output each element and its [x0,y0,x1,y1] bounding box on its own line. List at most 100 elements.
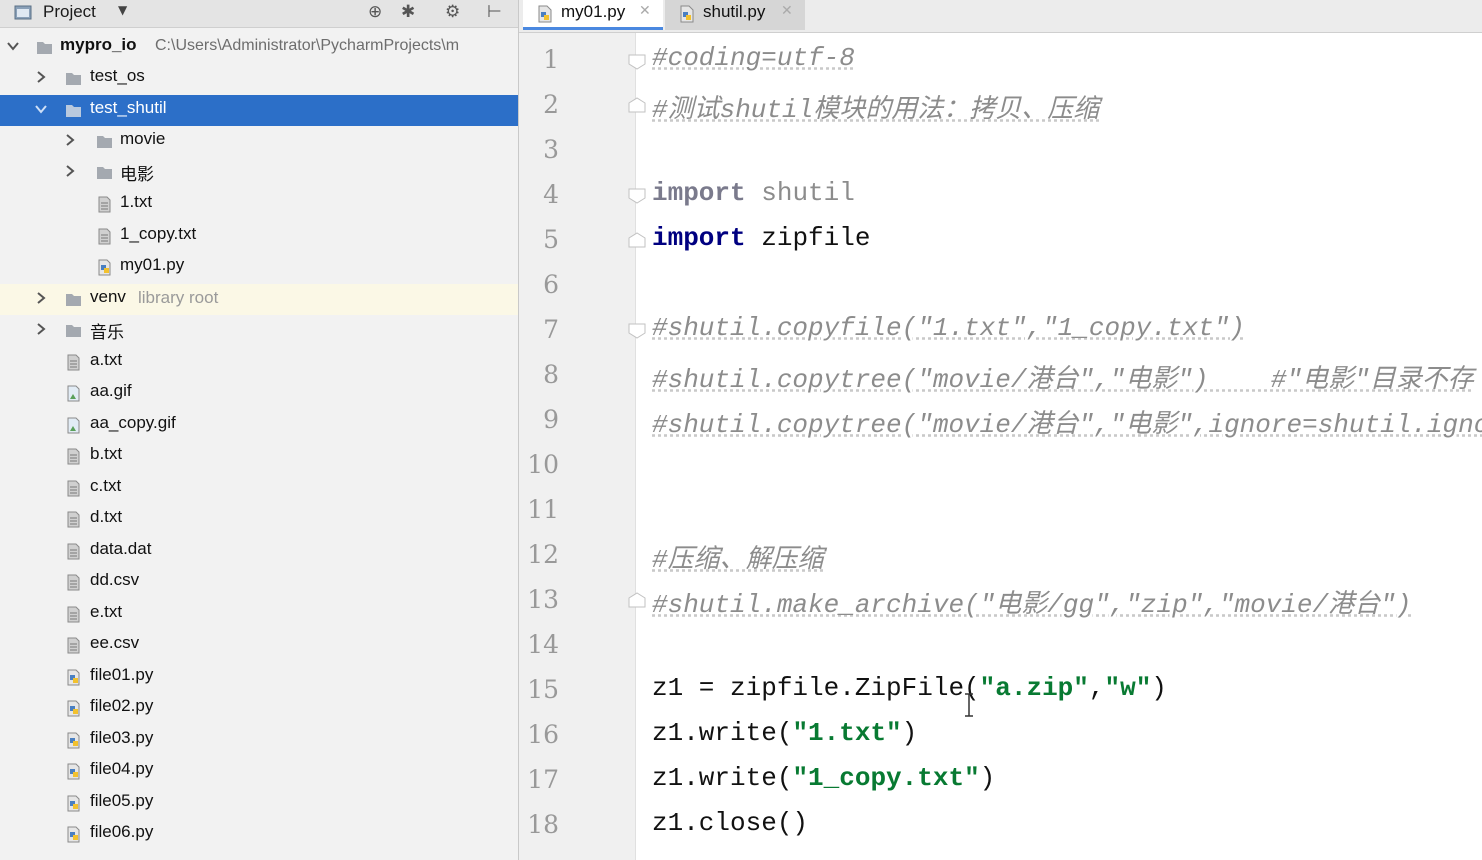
code-line-8[interactable]: #shutil.copytree("movie/港台","电影") #"电影"目… [652,358,1474,395]
code-text: ) [979,763,996,793]
code-line-1[interactable]: #coding=utf-8 [652,43,855,73]
code-editor[interactable]: #coding=utf-8 #测试shutil模块的用法：拷贝、压缩 impor… [636,33,1482,860]
code-line-13[interactable]: #shutil.make_archive("电影/gg","zip","movi… [652,583,1411,620]
tree-item-my01-py[interactable]: my01.py [0,252,518,283]
string-literal: "w" [1104,673,1152,703]
keyword: import [652,178,746,208]
tree-label: test_shutil [90,98,167,117]
tree-file-item[interactable]: c.txt [0,473,518,504]
tree-file-item[interactable]: file05.py [0,788,518,819]
collapse-icon[interactable]: ✱ [401,2,415,22]
line-number: 2 [543,90,559,119]
tree-label: test_os [90,66,145,85]
project-panel-title[interactable]: Project [43,2,96,22]
code-line-2[interactable]: #测试shutil模块的用法：拷贝、压缩 [652,88,1099,125]
image-file-icon [67,417,80,434]
text-file-icon [67,574,80,591]
hide-icon[interactable]: ⊢ [487,2,502,22]
tree-label: a.txt [90,350,123,369]
chevron-right-icon[interactable] [34,291,48,305]
root-folder-path: C:\Users\Administrator\PycharmProjects\m [155,37,460,54]
dropdown-icon[interactable]: ▼ [118,3,127,17]
tree-item-1-txt[interactable]: 1.txt [0,189,518,220]
tree-file-item[interactable]: aa.gif [0,378,518,409]
tree-label: data.dat [90,539,152,558]
code-line-5[interactable]: import zipfile [652,223,870,253]
line-number: 10 [527,450,559,479]
line-number: 12 [527,540,559,569]
code-line-15[interactable]: z1 = zipfile.ZipFile("a.zip","w") [652,673,1167,703]
tree-file-item[interactable]: aa_copy.gif [0,410,518,441]
tree-label: file03.py [90,728,154,747]
line-number: 14 [527,630,559,659]
tree-label: file01.py [90,665,154,684]
line-number: 3 [543,135,559,164]
code-text: ) [901,718,918,748]
tree-item-dianying[interactable]: 电影 [0,157,518,188]
line-number: 17 [527,765,559,794]
chevron-right-icon[interactable] [63,164,77,178]
text-cursor-icon [965,693,973,717]
module-name: shutil [761,178,855,208]
locate-icon[interactable]: ⊕ [368,2,382,22]
python-file-icon [67,700,80,717]
tree-file-item[interactable]: ee.csv [0,630,518,661]
module-name: zipfile [761,223,871,253]
line-number: 4 [543,180,559,209]
text-file-icon [67,480,80,497]
chevron-down-icon[interactable] [34,102,48,116]
chevron-right-icon[interactable] [34,322,48,336]
chevron-right-icon[interactable] [63,133,77,147]
tree-file-item[interactable]: file02.py [0,693,518,724]
tree-file-item[interactable]: a.txt [0,347,518,378]
tree-root-mypro-io[interactable]: mypro_io C:\Users\Administrator\PycharmP… [0,32,518,63]
code-line-4[interactable]: import shutil [652,178,855,208]
code-line-7[interactable]: #shutil.copyfile("1.txt","1_copy.txt") [652,313,1245,343]
tab-my01-py[interactable]: my01.py ✕ [523,0,663,30]
tree-file-item[interactable]: data.dat [0,536,518,567]
text-file-icon [67,354,80,371]
tab-label: my01.py [561,2,626,21]
python-file-icon [67,795,80,812]
image-file-icon [67,385,80,402]
tree-label: file04.py [90,759,154,778]
chevron-right-icon[interactable] [34,70,48,84]
line-number: 16 [527,720,559,749]
code-line-17[interactable]: z1.write("1_copy.txt") [652,763,995,793]
tree-item-venv[interactable]: venv library root [0,284,518,315]
tree-label: 电影 [120,165,154,184]
close-icon[interactable]: ✕ [639,3,651,19]
tree-item-1-copy-txt[interactable]: 1_copy.txt [0,221,518,252]
chevron-down-icon[interactable] [6,39,20,53]
settings-icon[interactable]: ⚙ [445,2,460,22]
close-icon[interactable]: ✕ [781,3,793,19]
tree-label: d.txt [90,507,123,526]
tree-label: e.txt [90,602,123,621]
tree-file-item[interactable]: file01.py [0,662,518,693]
code-text: z1 = zipfile.ZipFile( [652,673,980,703]
text-file-icon [67,448,80,465]
tree-file-item[interactable]: d.txt [0,504,518,535]
tree-file-item[interactable]: file03.py [0,725,518,756]
tree-file-item[interactable]: file04.py [0,756,518,787]
tree-item-test-os[interactable]: test_os [0,63,518,94]
tab-label: shutil.py [703,2,766,21]
tab-shutil-py[interactable]: shutil.py ✕ [665,0,805,30]
code-line-9[interactable]: #shutil.copytree("movie/港台","电影",ignore=… [652,403,1482,440]
code-line-16[interactable]: z1.write("1.txt") [652,718,917,748]
text-file-icon [67,543,80,560]
tree-item-test-shutil[interactable]: test_shutil [0,95,518,126]
active-tab-indicator [523,27,663,30]
code-line-18[interactable]: z1.close() [652,808,808,838]
tree-item-yinyue[interactable]: 音乐 [0,315,518,346]
tree-label: venv [90,287,126,306]
tree-file-item[interactable]: e.txt [0,599,518,630]
tree-item-movie[interactable]: movie [0,126,518,157]
tree-file-item[interactable]: file06.py [0,819,518,850]
tree-file-item[interactable]: b.txt [0,441,518,472]
folder-icon [66,105,81,117]
tree-file-item[interactable]: dd.csv [0,567,518,598]
folder-icon [97,167,112,179]
code-line-12[interactable]: #压缩、解压缩 [652,538,824,575]
string-literal: "1.txt" [792,718,902,748]
